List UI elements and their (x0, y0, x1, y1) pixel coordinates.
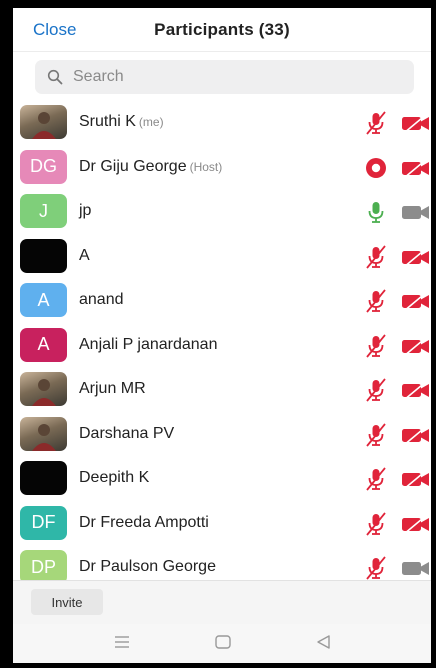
participant-name: Dr Giju George (Host) (79, 158, 222, 176)
microphone-muted-icon[interactable] (363, 511, 389, 537)
camera-off-icon[interactable] (401, 290, 431, 312)
search-input[interactable]: Search (35, 60, 414, 94)
camera-off-icon[interactable] (401, 112, 431, 134)
camera-off-icon[interactable] (401, 379, 431, 401)
menu-icon[interactable] (113, 634, 131, 650)
participant-row[interactable]: DG Dr Giju George (Host) (13, 145, 431, 190)
camera-off-icon[interactable] (401, 512, 431, 535)
participant-name-text: Deepith K (79, 469, 150, 487)
participant-row[interactable]: Arjun MR (13, 367, 431, 412)
participant-name-text: Dr Freeda Ampotti (79, 513, 209, 531)
microphone-muted-icon[interactable] (363, 288, 389, 314)
participant-name: Sruthi K (me) (79, 113, 164, 131)
participant-name-text: Darshana PV (79, 424, 175, 442)
microphone-muted-icon[interactable] (363, 555, 389, 581)
participant-name: Dr Freeda Ampotti (79, 514, 209, 532)
back-icon[interactable] (315, 634, 333, 650)
microphone-muted-icon[interactable] (363, 333, 389, 359)
avatar-initials: DP (30, 556, 56, 577)
participant-name: Dr Paulson George (79, 558, 216, 576)
participant-name: Deepith K (79, 469, 149, 487)
search-icon (47, 69, 63, 85)
camera-off-icon[interactable] (401, 423, 431, 446)
participant-name: anand (79, 291, 124, 309)
participant-row[interactable]: Jjp (13, 189, 431, 234)
bottom-bar: Invite (13, 580, 431, 624)
page-title: Participants (33) (154, 19, 290, 39)
search-placeholder: Search (73, 68, 124, 85)
search-area: Search (13, 52, 431, 100)
participant-name: Arjun MR (79, 380, 146, 398)
camera-off-icon[interactable] (401, 156, 431, 179)
participant-row[interactable]: Deepith K (13, 456, 431, 501)
avatar (20, 238, 67, 273)
participant-name-text: anand (79, 291, 124, 309)
avatar-initials: A (37, 289, 50, 310)
participant-name: Anjali P janardanan (79, 336, 217, 354)
participant-name: A (79, 247, 90, 265)
avatar (20, 461, 67, 496)
participant-name-text: Arjun MR (79, 380, 146, 398)
avatar-photo (20, 416, 67, 451)
microphone-muted-icon[interactable] (363, 422, 389, 448)
participant-name-text: jp (79, 202, 92, 220)
microphone-icon[interactable] (363, 199, 389, 225)
camera-off-icon[interactable] (401, 334, 431, 357)
header: Close Participants (33) (13, 8, 431, 52)
microphone-muted-icon[interactable] (363, 466, 389, 492)
recording-icon[interactable] (363, 155, 389, 181)
participant-name-text: Dr Paulson George (79, 558, 216, 576)
participant-row[interactable]: DF Dr Freeda Ampotti (13, 501, 431, 546)
system-nav-bar (13, 624, 431, 663)
invite-button[interactable]: Invite (31, 589, 103, 615)
microphone-muted-icon[interactable] (363, 377, 389, 403)
avatar: DF (20, 505, 67, 540)
home-icon[interactable] (214, 634, 232, 650)
participant-row[interactable]: A (13, 234, 431, 279)
participants-screen: Close Participants (33) Search Sruthi K(… (13, 8, 431, 663)
participant-row[interactable]: Aanand (13, 278, 431, 323)
avatar-initials: J (39, 200, 48, 221)
participant-name-text: A (79, 246, 90, 264)
participant-row[interactable]: A Anjali P janardanan (13, 323, 431, 368)
avatar: J (20, 194, 67, 229)
camera-off-icon[interactable] (401, 468, 431, 490)
camera-icon[interactable] (401, 557, 431, 579)
avatar: A (20, 283, 67, 318)
participant-name: Darshana PV (79, 425, 174, 443)
participant-name-text: Anjali P janardanan (79, 335, 218, 353)
avatar: DG (20, 149, 67, 184)
avatar-initials: A (37, 334, 50, 355)
participant-name-text: Sruthi K (79, 113, 136, 131)
microphone-muted-icon[interactable] (363, 110, 389, 136)
avatar-photo (20, 372, 67, 407)
participant-role-tag: (me) (138, 115, 164, 130)
close-button[interactable]: Close (33, 20, 76, 40)
avatar: A (20, 327, 67, 362)
camera-off-icon[interactable] (401, 245, 431, 268)
participant-name-text: Dr Giju George (79, 157, 187, 175)
participant-list: Sruthi K (me) DG Dr Giju George (Host) Jjp A Aa… (13, 100, 431, 590)
microphone-muted-icon[interactable] (363, 244, 389, 270)
participant-role-tag: (Host) (189, 159, 223, 174)
participant-row[interactable]: Sruthi K (me) (13, 100, 431, 145)
camera-icon[interactable] (401, 201, 431, 223)
avatar-initials: DG (30, 156, 57, 177)
participant-row[interactable]: Darshana PV (13, 412, 431, 457)
participant-name: jp (79, 202, 91, 220)
avatar-photo (20, 105, 67, 140)
avatar-initials: DF (31, 512, 56, 533)
